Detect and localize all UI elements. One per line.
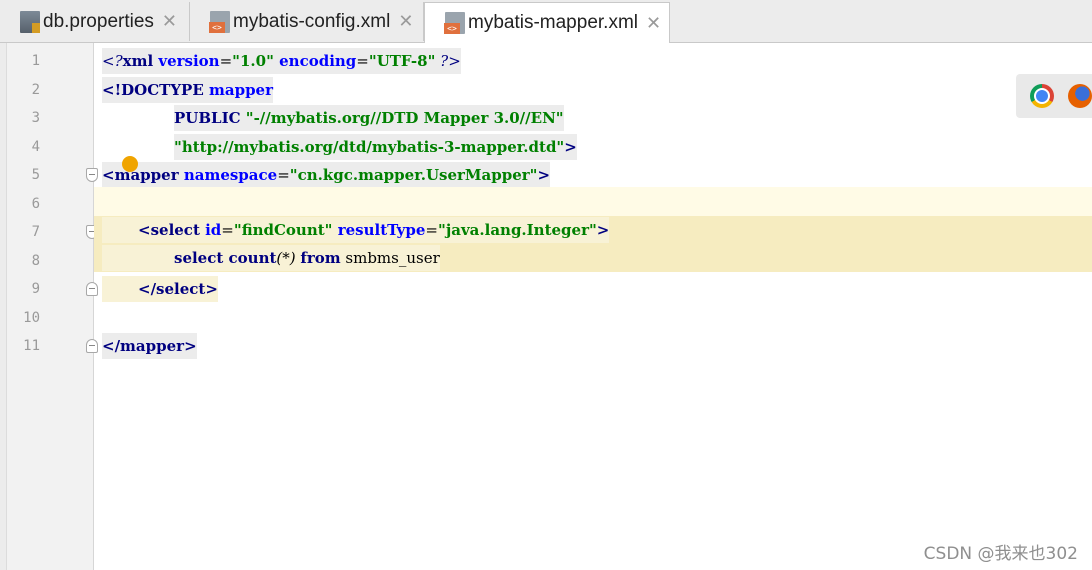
token: = xyxy=(356,52,369,70)
code-line-6 xyxy=(94,187,1092,216)
token: = xyxy=(219,52,233,70)
line-number: 5 xyxy=(31,167,40,183)
token: </ xyxy=(102,337,121,355)
token: DOCTYPE xyxy=(121,81,204,99)
code-line-3: PUBLIC "-//mybatis.org//DTD Mapper 3.0//… xyxy=(94,104,1092,132)
watermark: CSDN @我来也302 xyxy=(923,544,1078,564)
tab-mybatis-mapper[interactable]: mybatis-mapper.xml ✕ xyxy=(424,2,670,43)
line-number: 8 xyxy=(31,253,40,269)
code-editor[interactable]: <?xml version="1.0" encoding="UTF-8" ?> … xyxy=(94,43,1092,570)
token: id xyxy=(199,221,222,239)
bulb-icon[interactable] xyxy=(122,156,138,172)
token: "http://mybatis.org/dtd/mybatis-3-mapper… xyxy=(174,138,565,156)
tab-db-properties[interactable]: db.properties ✕ xyxy=(0,2,190,41)
code-line-1: <?xml version="1.0" encoding="UTF-8" ?> xyxy=(94,47,1092,75)
line-number: 10 xyxy=(23,310,40,326)
editor-tab-bar: db.properties ✕ mybatis-config.xml ✕ myb… xyxy=(0,0,1092,43)
browser-preview-bar xyxy=(1016,74,1092,118)
xml-file-icon xyxy=(209,10,230,33)
token: = xyxy=(221,221,234,239)
token: = xyxy=(277,166,290,184)
tab-label: mybatis-mapper.xml xyxy=(468,12,638,33)
token: select xyxy=(150,221,200,239)
properties-file-icon xyxy=(20,10,40,33)
token: > xyxy=(205,280,218,298)
line-number: 9 xyxy=(31,281,40,297)
token: "cn.kgc.mapper.UserMapper" xyxy=(289,166,538,184)
token: > xyxy=(184,337,197,355)
token: "java.lang.Integer" xyxy=(438,221,597,239)
token: resultType xyxy=(332,221,426,239)
token: from xyxy=(300,249,341,267)
token: </ xyxy=(138,280,157,298)
close-icon[interactable]: ✕ xyxy=(162,11,177,32)
token: select xyxy=(174,249,224,267)
token: > xyxy=(537,166,551,184)
token: namespace xyxy=(178,166,278,184)
token: > xyxy=(564,138,577,156)
tab-mybatis-config[interactable]: mybatis-config.xml ✕ xyxy=(190,2,424,41)
token: mapper xyxy=(203,81,274,99)
line-number-gutter: 1 2 3 4 5 6 7 8 9 10 11 xyxy=(7,43,94,570)
code-line-5: <mapper namespace="cn.kgc.mapper.UserMap… xyxy=(94,156,1092,189)
line-number: 11 xyxy=(23,338,40,354)
token: "1.0" xyxy=(232,52,274,70)
token: <! xyxy=(102,81,122,99)
code-line-2: <!DOCTYPE mapper xyxy=(94,76,1092,104)
close-icon[interactable]: ✕ xyxy=(646,13,661,34)
code-line-9: </select> xyxy=(94,275,1092,303)
line-number: 4 xyxy=(31,139,40,155)
code-line-7: <select id="findCount" resultType="java.… xyxy=(94,216,1092,244)
token: "findCount" xyxy=(233,221,333,239)
token: > xyxy=(596,221,610,239)
left-tool-strip xyxy=(0,43,7,570)
line-number: 2 xyxy=(31,82,40,98)
token: ?> xyxy=(435,52,461,70)
token: version xyxy=(153,52,220,70)
close-icon[interactable]: ✕ xyxy=(398,11,413,32)
token: select xyxy=(156,280,206,298)
token: < xyxy=(138,221,151,239)
code-line-8: select count(*) from smbms_user xyxy=(94,244,1092,272)
xml-file-icon xyxy=(444,12,465,34)
token: <? xyxy=(102,52,123,70)
tab-label: db.properties xyxy=(43,10,154,32)
chrome-icon[interactable] xyxy=(1030,84,1054,108)
token: xml xyxy=(122,52,154,70)
tab-label: mybatis-config.xml xyxy=(233,10,391,32)
token: < xyxy=(102,166,115,184)
line-number: 6 xyxy=(31,196,40,212)
token: smbms_user xyxy=(340,249,440,267)
token: count xyxy=(223,249,277,267)
token: "UTF-8" xyxy=(368,52,436,70)
token: "-//mybatis.org//DTD Mapper 3.0//EN" xyxy=(240,109,564,127)
token: encoding xyxy=(273,52,357,70)
token: = xyxy=(425,221,438,239)
code-line-11: </mapper> xyxy=(94,332,1092,360)
firefox-icon[interactable] xyxy=(1068,84,1092,108)
line-number: 7 xyxy=(31,224,40,240)
token: PUBLIC xyxy=(174,109,241,127)
token: mapper xyxy=(120,337,185,355)
line-number: 3 xyxy=(31,110,40,126)
token: (*) xyxy=(276,249,301,267)
code-line-4: "http://mybatis.org/dtd/mybatis-3-mapper… xyxy=(94,133,1092,161)
line-number: 1 xyxy=(31,53,40,69)
